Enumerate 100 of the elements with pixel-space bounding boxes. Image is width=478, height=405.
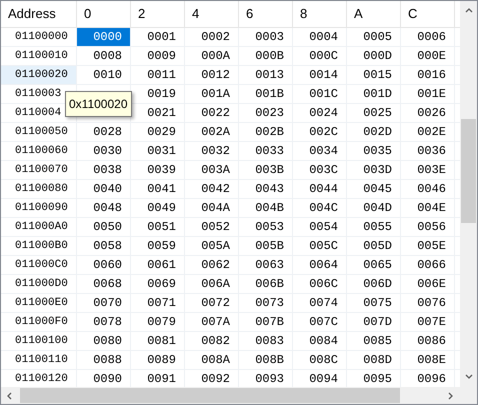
column-header[interactable]: 0 xyxy=(77,1,131,27)
hex-cell[interactable]: 0054 xyxy=(293,218,347,236)
hex-cell[interactable]: 0084 xyxy=(293,332,347,350)
hex-cell[interactable]: 0046 xyxy=(401,180,455,198)
hex-cell[interactable]: 0070 xyxy=(77,294,131,312)
hex-cell[interactable]: 005C xyxy=(293,237,347,255)
hex-cell[interactable]: 0050 xyxy=(77,218,131,236)
hex-cell[interactable]: 0064 xyxy=(293,256,347,274)
hex-cell[interactable]: 0069 xyxy=(131,275,185,293)
hex-cell[interactable]: 002A xyxy=(185,123,239,141)
hex-cell[interactable]: 000E xyxy=(401,47,455,65)
hex-cell[interactable]: 0079 xyxy=(131,313,185,331)
hex-cell[interactable]: 008A xyxy=(185,351,239,369)
hex-cell[interactable]: 0045 xyxy=(347,180,401,198)
hex-cell[interactable]: 0034 xyxy=(293,142,347,160)
hex-cell[interactable]: 002E xyxy=(401,123,455,141)
hex-cell[interactable]: 0063 xyxy=(239,256,293,274)
hex-cell[interactable]: 008C xyxy=(293,351,347,369)
hex-cell[interactable]: 0042 xyxy=(185,180,239,198)
hex-cell[interactable]: 0016 xyxy=(401,66,455,84)
vertical-scrollbar[interactable] xyxy=(460,1,477,387)
hex-cell[interactable]: 0002 xyxy=(185,28,239,46)
hex-cell[interactable]: 0029 xyxy=(131,123,185,141)
column-header[interactable]: C xyxy=(401,1,455,27)
hex-cell[interactable]: 005D xyxy=(347,237,401,255)
hex-cell[interactable]: 0012 xyxy=(185,66,239,84)
hex-cell[interactable]: 000C xyxy=(293,47,347,65)
hex-cell[interactable]: 004E xyxy=(401,199,455,217)
hex-cell[interactable]: 003B xyxy=(239,161,293,179)
hex-cell[interactable]: 003E xyxy=(401,161,455,179)
column-header[interactable]: Address xyxy=(1,1,77,27)
hex-cell[interactable]: 0074 xyxy=(293,294,347,312)
hex-cell[interactable]: 000A xyxy=(185,47,239,65)
hex-cell[interactable]: 0036 xyxy=(401,142,455,160)
hex-cell[interactable]: 005A xyxy=(185,237,239,255)
hex-cell[interactable]: 0052 xyxy=(185,218,239,236)
hex-cell[interactable]: 005B xyxy=(239,237,293,255)
hex-cell[interactable]: 003D xyxy=(347,161,401,179)
hex-cell[interactable]: 004A xyxy=(185,199,239,217)
hex-cell[interactable]: 008D xyxy=(347,351,401,369)
hex-cell[interactable]: 0004 xyxy=(293,28,347,46)
horizontal-scrollbar[interactable] xyxy=(1,387,460,404)
hex-cell[interactable]: 0082 xyxy=(185,332,239,350)
hex-cell[interactable]: 007D xyxy=(347,313,401,331)
hex-cell[interactable]: 0071 xyxy=(131,294,185,312)
hex-cell[interactable]: 001A xyxy=(185,85,239,103)
hex-cell[interactable]: 0060 xyxy=(77,256,131,274)
hex-cell[interactable]: 003C xyxy=(293,161,347,179)
hex-cell[interactable]: 0083 xyxy=(239,332,293,350)
hex-cell[interactable]: 0049 xyxy=(131,199,185,217)
hex-cell[interactable]: 0085 xyxy=(347,332,401,350)
hex-cell[interactable]: 0025 xyxy=(347,104,401,122)
hex-cell[interactable]: 007B xyxy=(239,313,293,331)
hex-cell[interactable]: 0010 xyxy=(77,66,131,84)
hex-cell[interactable]: 0005 xyxy=(347,28,401,46)
hex-cell[interactable]: 0051 xyxy=(131,218,185,236)
hex-cell[interactable]: 001D xyxy=(347,85,401,103)
hex-cell[interactable]: 001E xyxy=(401,85,455,103)
scrollbar-thumb[interactable] xyxy=(461,119,476,223)
hex-cell[interactable]: 0055 xyxy=(347,218,401,236)
hex-cell[interactable]: 0001 xyxy=(131,28,185,46)
hex-cell[interactable]: 0048 xyxy=(77,199,131,217)
hex-cell[interactable]: 0009 xyxy=(131,47,185,65)
hex-cell[interactable]: 006E xyxy=(401,275,455,293)
hex-cell[interactable]: 008B xyxy=(239,351,293,369)
hex-cell[interactable]: 0022 xyxy=(185,104,239,122)
hex-cell[interactable]: 0065 xyxy=(347,256,401,274)
hex-cell[interactable]: 002B xyxy=(239,123,293,141)
hex-cell[interactable]: 0061 xyxy=(131,256,185,274)
scroll-left-icon[interactable] xyxy=(6,392,14,400)
column-header[interactable]: 4 xyxy=(185,1,239,27)
hex-cell[interactable]: 0035 xyxy=(347,142,401,160)
column-header[interactable]: A xyxy=(347,1,401,27)
scroll-down-icon[interactable] xyxy=(464,373,472,381)
hex-cell[interactable]: 0003 xyxy=(239,28,293,46)
hex-cell[interactable]: 0076 xyxy=(401,294,455,312)
hex-cell[interactable]: 0056 xyxy=(401,218,455,236)
hex-cell[interactable]: 001B xyxy=(239,85,293,103)
hex-cell[interactable]: 006C xyxy=(293,275,347,293)
hex-cell[interactable]: 0041 xyxy=(131,180,185,198)
hex-cell[interactable]: 0014 xyxy=(293,66,347,84)
hex-cell[interactable]: 002C xyxy=(293,123,347,141)
hex-cell[interactable]: 005E xyxy=(401,237,455,255)
hex-cell[interactable]: 0073 xyxy=(239,294,293,312)
hex-cell[interactable]: 0024 xyxy=(293,104,347,122)
hex-cell[interactable]: 0030 xyxy=(77,142,131,160)
hex-cell[interactable]: 0075 xyxy=(347,294,401,312)
hex-cell[interactable]: 0033 xyxy=(239,142,293,160)
hex-cell[interactable]: 000D xyxy=(347,47,401,65)
hex-cell[interactable]: 006B xyxy=(239,275,293,293)
hex-cell[interactable]: 0000 xyxy=(77,28,131,46)
hex-cell[interactable]: 0038 xyxy=(77,161,131,179)
hex-cell[interactable]: 0023 xyxy=(239,104,293,122)
hex-cell[interactable]: 0053 xyxy=(239,218,293,236)
hex-cell[interactable]: 0032 xyxy=(185,142,239,160)
column-header[interactable]: 8 xyxy=(293,1,347,27)
hex-cell[interactable]: 0015 xyxy=(347,66,401,84)
hex-cell[interactable]: 0078 xyxy=(77,313,131,331)
hex-cell[interactable]: 004D xyxy=(347,199,401,217)
hex-cell[interactable]: 0066 xyxy=(401,256,455,274)
